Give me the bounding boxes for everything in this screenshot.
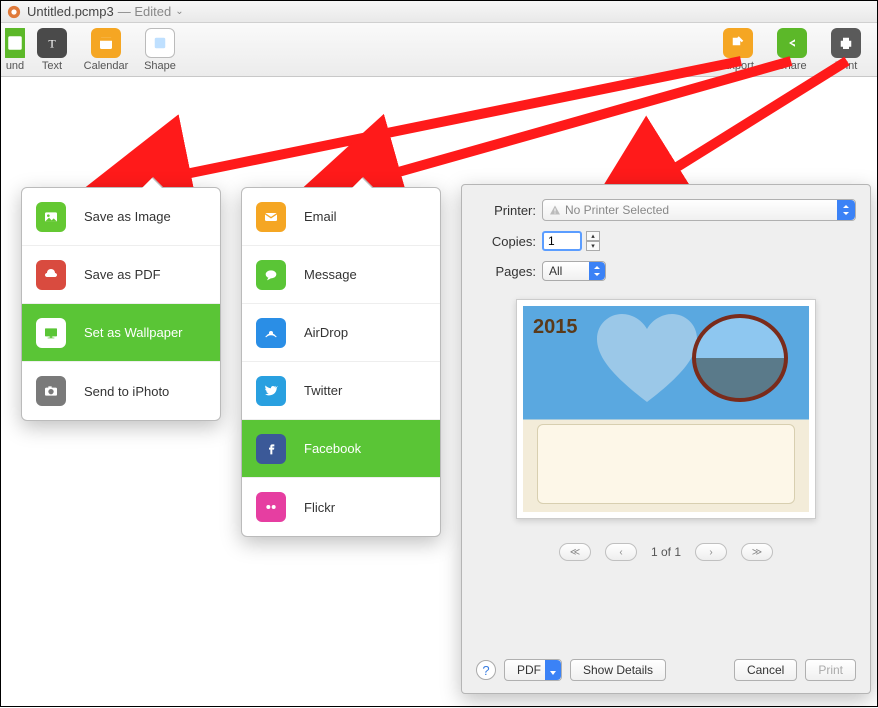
menu-label: Flickr: [304, 500, 335, 515]
share-popover: Email Message AirDrop Twitter Facebook F…: [241, 187, 441, 537]
menu-label: AirDrop: [304, 325, 348, 340]
edited-indicator: — Edited: [118, 4, 171, 19]
share-facebook[interactable]: Facebook: [242, 420, 440, 478]
share-twitter[interactable]: Twitter: [242, 362, 440, 420]
help-button[interactable]: ?: [476, 660, 496, 680]
print-icon: [831, 28, 861, 58]
pager: ≪ ‹ 1 of 1 › ≫: [476, 543, 856, 561]
toolbar-calendar[interactable]: Calendar: [79, 28, 133, 72]
pdf-icon: [36, 260, 66, 290]
iphoto-icon: [36, 376, 66, 406]
airdrop-icon: [256, 318, 286, 348]
printer-label: Printer:: [476, 203, 542, 218]
calendar-icon: [91, 28, 121, 58]
page-first-button[interactable]: ≪: [559, 543, 591, 561]
menu-label: Twitter: [304, 383, 342, 398]
page-next-button[interactable]: ›: [695, 543, 727, 561]
page-prev-button[interactable]: ‹: [605, 543, 637, 561]
export-popover: Save as Image Save as PDF Set as Wallpap…: [21, 187, 221, 421]
text-icon: T: [37, 28, 67, 58]
toolbar-shape[interactable]: Shape: [133, 28, 187, 72]
toolbar-export[interactable]: Export: [711, 28, 765, 72]
share-icon: [777, 28, 807, 58]
export-save-pdf[interactable]: Save as PDF: [22, 246, 220, 304]
preview-year: 2015: [533, 316, 578, 339]
pages-value: All: [549, 264, 562, 278]
background-icon: [5, 28, 25, 58]
export-save-image[interactable]: Save as Image: [22, 188, 220, 246]
flickr-icon: [256, 492, 286, 522]
share-airdrop[interactable]: AirDrop: [242, 304, 440, 362]
preview-heart-shape: [597, 314, 697, 404]
export-icon: [723, 28, 753, 58]
pages-label: Pages:: [476, 264, 542, 279]
print-preview: 2015: [516, 299, 816, 519]
preview-calendar-shape: [537, 424, 795, 504]
menu-label: Message: [304, 267, 357, 282]
preview-oval-shape: [692, 314, 788, 402]
message-icon: [256, 260, 286, 290]
image-icon: [36, 202, 66, 232]
menu-label: Set as Wallpaper: [84, 325, 183, 340]
wallpaper-icon: [36, 318, 66, 348]
menu-label: Facebook: [304, 441, 361, 456]
menu-label: Email: [304, 209, 337, 224]
page-indicator: 1 of 1: [651, 545, 681, 559]
print-button[interactable]: Print: [805, 659, 856, 681]
toolbar-print[interactable]: Print: [819, 28, 873, 72]
email-icon: [256, 202, 286, 232]
copies-input[interactable]: [542, 231, 582, 251]
title-dropdown-icon[interactable]: ⌄: [175, 6, 183, 17]
dropdown-cap-icon: [837, 200, 855, 220]
svg-text:T: T: [48, 36, 56, 50]
printer-value: No Printer Selected: [565, 203, 669, 217]
copies-stepper[interactable]: ▴▾: [586, 231, 600, 251]
cancel-button[interactable]: Cancel: [734, 659, 797, 681]
toolbar: und T Text Calendar Shape Export Share P…: [1, 23, 877, 77]
menu-label: Save as PDF: [84, 267, 161, 282]
shape-icon: [145, 28, 175, 58]
twitter-icon: [256, 376, 286, 406]
page-last-button[interactable]: ≫: [741, 543, 773, 561]
menu-label: Send to iPhoto: [84, 384, 169, 399]
document-title: Untitled.pcmp3: [27, 4, 114, 19]
export-set-wallpaper[interactable]: Set as Wallpaper: [22, 304, 220, 362]
print-dialog: Printer: No Printer Selected Copies: ▴▾ …: [461, 184, 871, 694]
copies-label: Copies:: [476, 234, 542, 249]
pages-select[interactable]: All: [542, 261, 606, 281]
share-message[interactable]: Message: [242, 246, 440, 304]
dropdown-cap-icon: [589, 262, 605, 280]
dropdown-cap-icon: [545, 660, 561, 680]
pdf-dropdown[interactable]: PDF: [504, 659, 562, 681]
toolbar-background[interactable]: und: [5, 28, 25, 72]
share-flickr[interactable]: Flickr: [242, 478, 440, 536]
printer-select[interactable]: No Printer Selected: [542, 199, 856, 221]
facebook-icon: [256, 434, 286, 464]
window-titlebar: Untitled.pcmp3 — Edited ⌄: [1, 1, 877, 23]
app-icon: [7, 5, 21, 19]
export-send-iphoto[interactable]: Send to iPhoto: [22, 362, 220, 420]
share-email[interactable]: Email: [242, 188, 440, 246]
warning-icon: [549, 204, 561, 216]
toolbar-share[interactable]: Share: [765, 28, 819, 72]
toolbar-text[interactable]: T Text: [25, 28, 79, 72]
menu-label: Save as Image: [84, 209, 171, 224]
show-details-button[interactable]: Show Details: [570, 659, 666, 681]
